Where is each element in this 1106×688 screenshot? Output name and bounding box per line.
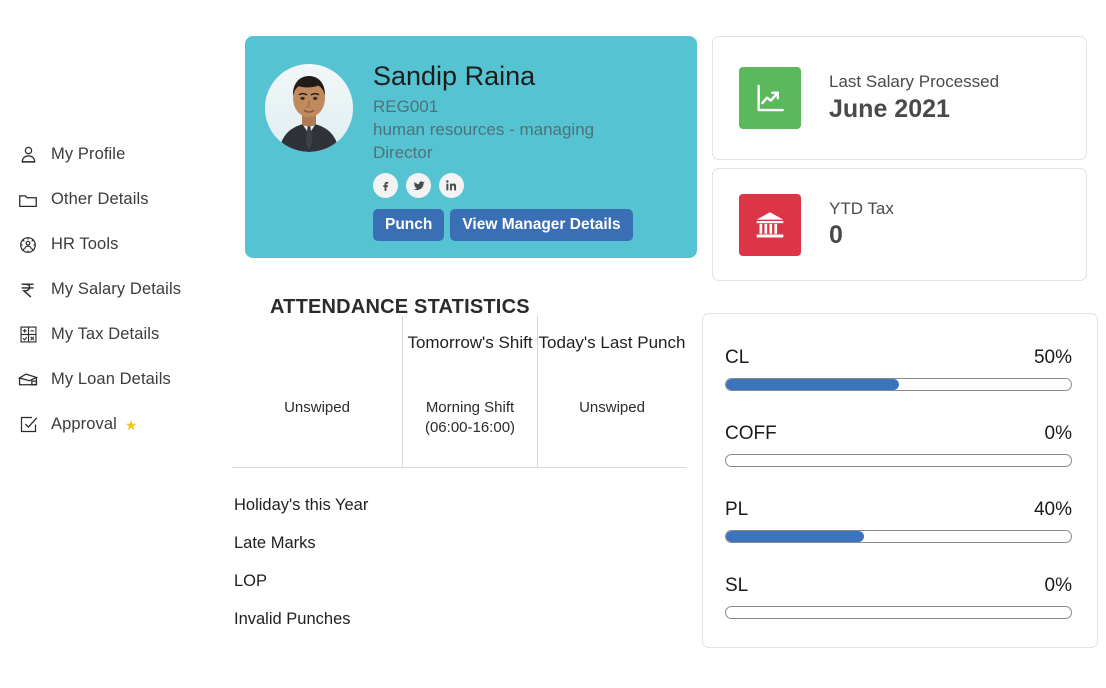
approval-icon (16, 413, 40, 437)
list-item: Late Marks (234, 534, 316, 552)
attendance-column-todays-last-punch: Today's Last Punch Unswiped (537, 316, 686, 467)
sidebar-item-label: My Loan Details (51, 370, 171, 388)
attendance-column-header: Tomorrow's Shift (407, 333, 533, 352)
attendance-stat-list: Holiday's this Year Late Marks LOP Inval… (234, 486, 674, 638)
ytd-tax-card: YTD Tax 0 (712, 168, 1087, 281)
leave-progress-track (725, 378, 1072, 391)
sidebar-item-label: My Profile (51, 145, 126, 163)
sidebar-item-label: Other Details (51, 190, 149, 208)
attendance-column-current: Unswiped (232, 316, 402, 467)
last-salary-processed-card: Last Salary Processed June 2021 (712, 36, 1087, 160)
attendance-column-header: Today's Last Punch (538, 333, 686, 352)
avatar (265, 64, 353, 152)
kpi-value: June 2021 (829, 94, 950, 123)
profile-details: Sandip Raina REG001 human resources - ma… (373, 60, 648, 258)
list-item: Invalid Punches (234, 610, 351, 628)
sidebar-item-my-loan-details[interactable]: My Loan Details (0, 357, 230, 402)
designation: human resources - managing Director (373, 120, 595, 163)
leave-type-label: COFF (725, 423, 777, 444)
rupee-icon (16, 278, 40, 302)
social-links (373, 173, 648, 199)
leave-type-label: PL (725, 499, 749, 520)
twitter-icon[interactable] (406, 173, 431, 199)
attendance-table: Unswiped Tomorrow's Shift Morning Shift … (232, 316, 686, 468)
leave-balance-panel: CL 50% COFF 0% PL 40% SL 0% (702, 313, 1098, 648)
employee-code: REG001 (373, 97, 439, 117)
sidebar-item-label: My Salary Details (51, 280, 182, 298)
chart-growth-icon (739, 67, 801, 129)
profile-actions: Punch View Manager Details (373, 209, 648, 242)
punch-button[interactable]: Punch (373, 209, 445, 242)
leave-progress-track (725, 606, 1072, 619)
bank-icon (739, 193, 801, 256)
attendance-column-value: Morning Shift (06:00-16:00) (424, 399, 516, 436)
leave-progress-track (725, 530, 1072, 543)
hr-tools-icon (16, 233, 40, 257)
sidebar-item-other-details[interactable]: Other Details (0, 177, 230, 222)
kpi-value: 0 (829, 221, 843, 250)
profile-card: Sandip Raina REG001 human resources - ma… (245, 36, 697, 258)
kpi-label: Last Salary Processed (829, 72, 1000, 92)
leave-percent-label: 0% (1044, 575, 1072, 596)
attendance-column-header (232, 316, 402, 390)
sidebar-item-hr-tools[interactable]: HR Tools (0, 222, 230, 267)
linkedin-icon[interactable] (439, 173, 464, 199)
profile-name: Sandip Raina (373, 61, 536, 91)
sidebar-item-label: My Tax Details (51, 325, 160, 343)
leave-percent-label: 0% (1044, 423, 1072, 444)
sidebar-item-my-salary-details[interactable]: My Salary Details (0, 267, 230, 312)
sidebar-item-label: HR Tools (51, 235, 119, 253)
star-icon: ★ (124, 416, 138, 433)
leave-balance-row-coff: COFF 0% (725, 423, 1072, 467)
leave-percent-label: 50% (1033, 347, 1072, 368)
leave-balance-row-pl: PL 40% (725, 499, 1072, 543)
kpi-text-block: Last Salary Processed June 2021 (829, 72, 999, 123)
person-icon (16, 143, 40, 167)
kpi-text-block: YTD Tax 0 (829, 199, 894, 250)
loan-card-icon (16, 368, 40, 392)
folder-icon (16, 188, 40, 212)
sidebar-nav: My Profile Other Details HR Tools My Sal… (0, 132, 230, 447)
attendance-column-tomorrows-shift: Tomorrow's Shift Morning Shift (06:00-16… (402, 316, 537, 467)
attendance-column-value: Unswiped (284, 399, 350, 416)
leave-progress-track (725, 454, 1072, 467)
leave-percent-label: 40% (1033, 499, 1072, 520)
dashboard-page: My Profile Other Details HR Tools My Sal… (0, 0, 1106, 688)
facebook-icon[interactable] (373, 173, 398, 199)
leave-balance-row-sl: SL 0% (725, 575, 1072, 619)
sidebar-item-approval[interactable]: Approval ★ (0, 402, 230, 447)
sidebar-item-my-profile[interactable]: My Profile (0, 132, 230, 177)
leave-progress-fill (726, 379, 899, 390)
sidebar-item-label: Approval (51, 415, 117, 433)
leave-type-label: SL (725, 575, 749, 596)
leave-progress-fill (726, 531, 864, 542)
kpi-label: YTD Tax (829, 198, 894, 218)
sidebar-item-my-tax-details[interactable]: My Tax Details (0, 312, 230, 357)
view-manager-details-button[interactable]: View Manager Details (450, 209, 633, 242)
attendance-column-value: Unswiped (579, 399, 645, 416)
calculator-icon (16, 323, 40, 347)
list-item: LOP (234, 572, 268, 590)
leave-type-label: CL (725, 347, 750, 368)
list-item: Holiday's this Year (234, 496, 369, 514)
leave-balance-row-cl: CL 50% (725, 347, 1072, 391)
